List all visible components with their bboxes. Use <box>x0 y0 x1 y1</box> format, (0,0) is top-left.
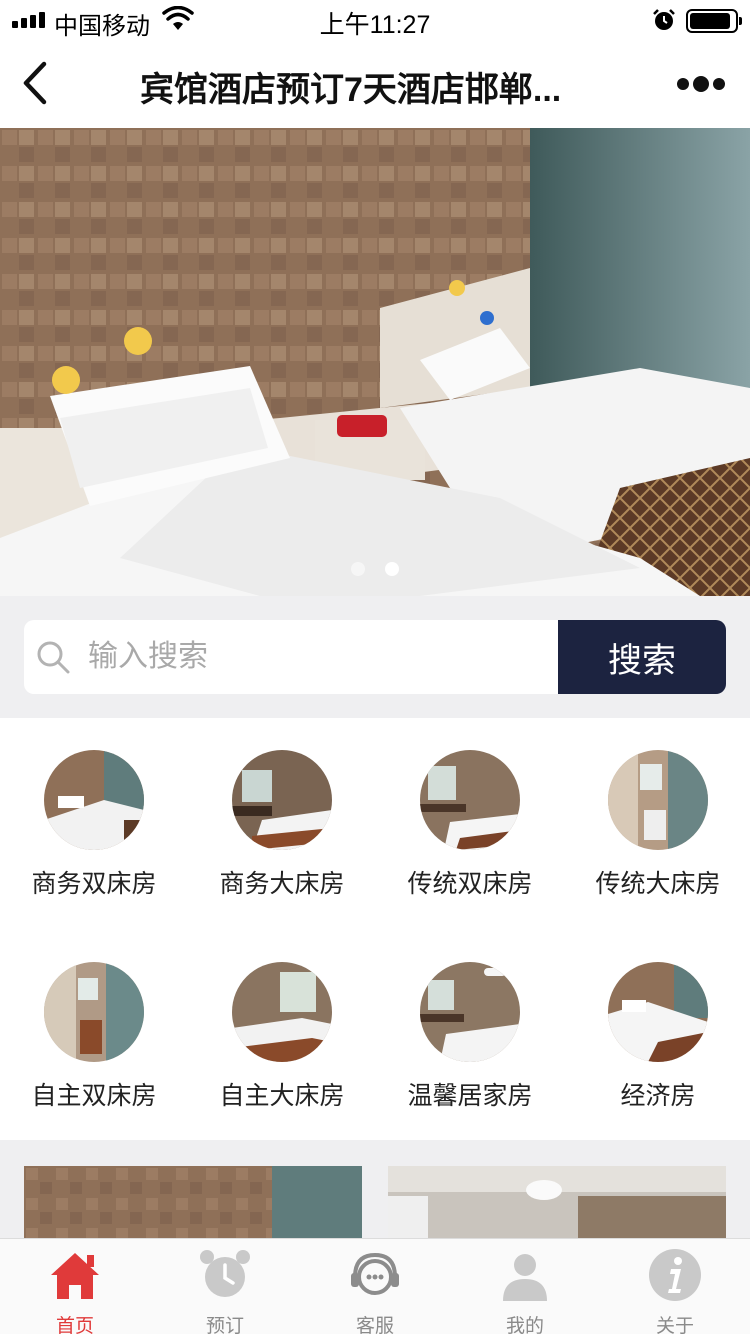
tab-label: 预订 <box>205 1316 244 1334</box>
category-thumbnail <box>232 750 332 850</box>
tab-bar: 首页 预订 客服 我的 关于 <box>0 1238 750 1334</box>
category-item[interactable]: 商务双床房 <box>0 718 188 908</box>
search-button[interactable]: 搜索 <box>558 620 726 694</box>
status-time: 上午11:27 <box>319 11 431 39</box>
headset-icon <box>351 1252 399 1295</box>
search-icon <box>37 641 70 674</box>
more-options-icon[interactable] <box>676 70 726 98</box>
home-icon <box>51 1253 99 1299</box>
category-item[interactable]: 传统双床房 <box>376 718 564 908</box>
category-item[interactable]: 温馨居家房 <box>376 930 564 1120</box>
category-item[interactable]: 商务大床房 <box>188 718 376 908</box>
category-label: 温馨居家房 <box>407 1082 533 1110</box>
category-thumbnail <box>232 962 332 1062</box>
category-label: 自主大床房 <box>219 1082 345 1110</box>
app-page: 中国移动 上午11:27 宾馆酒店预订7天酒店邯郸... 输入搜索 搜索 商务双… <box>0 0 750 1334</box>
banner-carousel[interactable] <box>0 128 750 596</box>
alarm-icon <box>653 9 675 30</box>
nav-bar: 宾馆酒店预订7天酒店邯郸... <box>0 40 750 128</box>
alarm-clock-icon <box>200 1250 250 1297</box>
category-label: 商务双床房 <box>31 870 157 898</box>
category-item[interactable]: 经济房 <box>564 930 750 1120</box>
user-icon <box>503 1254 547 1301</box>
carousel-dot-active[interactable] <box>385 562 399 576</box>
info-icon <box>649 1249 701 1301</box>
tab-label: 客服 <box>355 1316 394 1334</box>
category-label: 传统双床房 <box>407 870 533 898</box>
category-item[interactable]: 自主双床房 <box>0 930 188 1120</box>
room-cards <box>0 1140 750 1256</box>
search-box[interactable] <box>24 620 558 694</box>
category-thumbnail <box>420 750 520 850</box>
category-thumbnail <box>420 962 520 1062</box>
category-thumbnail <box>44 750 144 850</box>
category-label: 经济房 <box>620 1082 696 1110</box>
category-item[interactable]: 传统大床房 <box>564 718 750 908</box>
category-item[interactable]: 自主大床房 <box>188 930 376 1120</box>
tab-label: 关于 <box>655 1316 694 1334</box>
search-area: 搜索 <box>0 596 750 718</box>
tab-label: 首页 <box>55 1316 94 1334</box>
room-categories: 商务双床房 商务大床房 传统双床房 传统大床房 自主双床房 自主大床房 温馨居家… <box>0 718 750 1140</box>
category-thumbnail <box>608 962 708 1062</box>
tab-mine[interactable]: 我的 <box>450 1239 600 1334</box>
hotel-room-photo <box>0 128 750 596</box>
tab-label: 我的 <box>505 1316 544 1334</box>
search-input[interactable] <box>88 632 548 682</box>
battery-icon <box>686 9 742 33</box>
page-title: 宾馆酒店预订7天酒店邯郸... <box>140 71 562 109</box>
tab-home[interactable]: 首页 <box>0 1239 150 1334</box>
carousel-dot[interactable] <box>351 562 365 576</box>
category-label: 商务大床房 <box>219 870 345 898</box>
tab-about[interactable]: 关于 <box>600 1239 750 1334</box>
category-thumbnail <box>608 750 708 850</box>
category-thumbnail <box>44 962 144 1062</box>
status-bar: 中国移动 上午11:27 <box>0 0 750 40</box>
tab-service[interactable]: 客服 <box>300 1239 450 1334</box>
category-label: 自主双床房 <box>31 1082 157 1110</box>
back-arrow-icon[interactable] <box>14 58 58 108</box>
tab-booking[interactable]: 预订 <box>150 1239 300 1334</box>
category-label: 传统大床房 <box>595 870 721 898</box>
carousel-indicators <box>0 562 750 576</box>
